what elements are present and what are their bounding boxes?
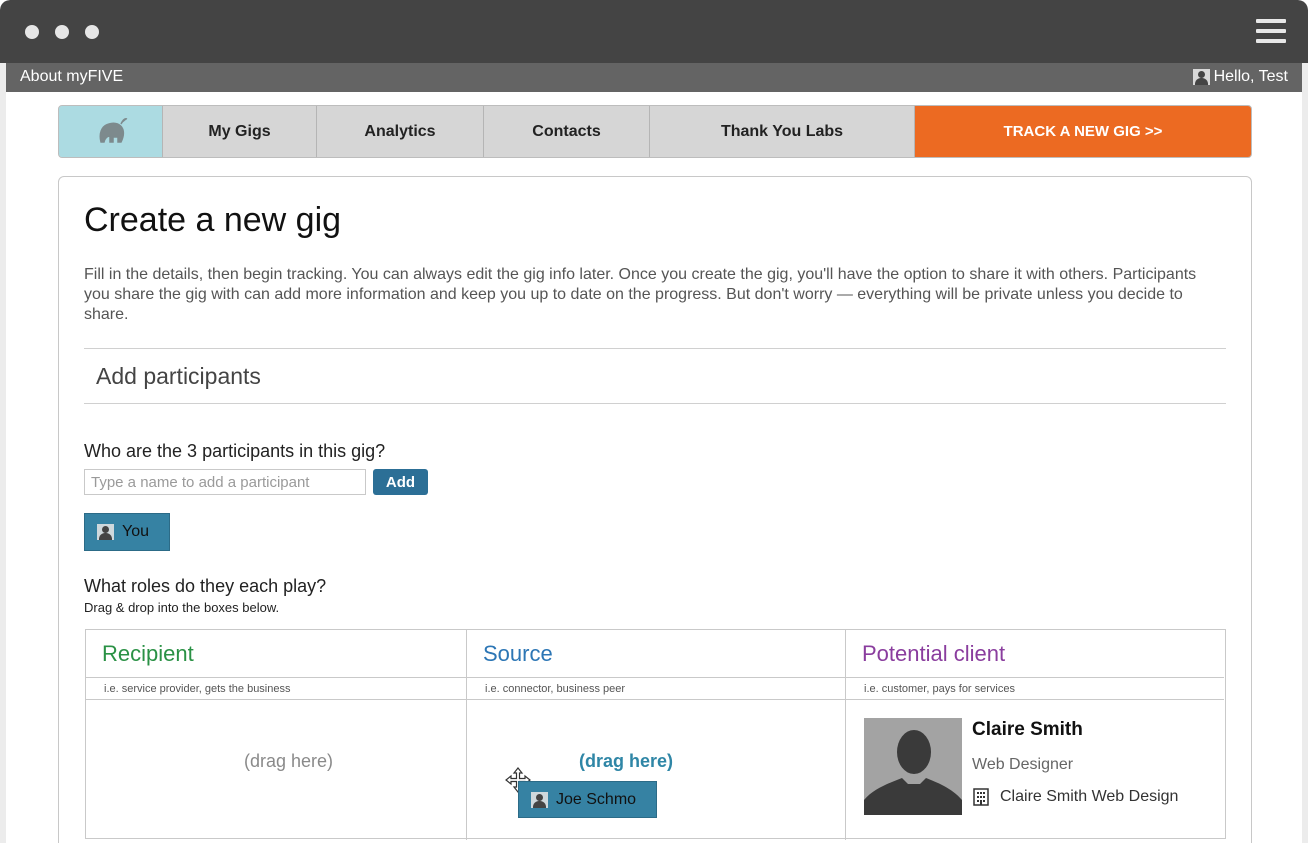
user-greeting[interactable]: Hello, Test — [1192, 68, 1288, 86]
hamburger-icon[interactable] — [1256, 19, 1286, 45]
column-title: Recipient — [102, 641, 194, 666]
tab-contacts[interactable]: Contacts — [484, 106, 650, 157]
company-name: Claire Smith Web Design — [1000, 788, 1179, 805]
column-hint: i.e. connector, business peer — [467, 677, 845, 700]
tab-analytics[interactable]: Analytics — [317, 106, 484, 157]
participant-chip-dragging[interactable]: Joe Schmo — [518, 781, 657, 818]
column-hint: i.e. service provider, gets the business — [86, 677, 466, 700]
greeting-text: Hello, Test — [1213, 68, 1288, 85]
elephant-icon — [99, 117, 127, 143]
top-bar: About myFIVE Hello, Test — [6, 63, 1302, 92]
drop-zone-placeholder[interactable]: (drag here) — [244, 751, 333, 772]
avatar — [864, 718, 962, 815]
drop-zone-placeholder-active[interactable]: (drag here) — [579, 751, 673, 772]
main-nav: My Gigs Analytics Contacts Thank You Lab… — [58, 105, 1252, 158]
window-titlebar — [0, 0, 1308, 63]
participants-question: Who are the 3 participants in this gig? — [84, 441, 386, 461]
user-icon — [97, 524, 114, 540]
participant-name[interactable]: Claire Smith — [972, 719, 1083, 741]
chip-label: Joe Schmo — [556, 790, 637, 808]
tab-thank-you-labs[interactable]: Thank You Labs — [650, 106, 915, 157]
tab-my-gigs[interactable]: My Gigs — [163, 106, 317, 157]
roles-hint: Drag & drop into the boxes below. — [84, 600, 280, 615]
intro-text: Fill in the details, then begin tracking… — [84, 266, 1197, 323]
participant-chip-you[interactable]: You — [84, 513, 170, 551]
column-title: Source — [483, 641, 553, 666]
track-new-gig-button[interactable]: TRACK A NEW GIG >> — [915, 106, 1251, 157]
chip-label: You — [122, 523, 149, 540]
add-participant-button[interactable]: Add — [373, 469, 428, 495]
page-title: Create a new gig — [84, 201, 342, 239]
person-silhouette-icon — [864, 718, 962, 815]
participant-company: Claire Smith Web Design — [972, 788, 1178, 806]
column-hint: i.e. customer, pays for services — [846, 677, 1224, 700]
app-window: About myFIVE Hello, Test My Gigs Analyti… — [0, 0, 1308, 843]
participant-role: Web Designer — [972, 756, 1074, 773]
role-column-recipient[interactable]: Recipient i.e. service provider, gets th… — [86, 630, 467, 840]
divider — [84, 403, 1226, 404]
divider — [84, 348, 1226, 349]
roles-question: What roles do they each play? — [84, 576, 327, 596]
participant-name-input[interactable] — [84, 469, 366, 495]
window-control-dot[interactable] — [55, 25, 69, 39]
column-title: Potential client — [862, 641, 1006, 666]
user-icon — [1192, 69, 1210, 85]
section-heading: Add participants — [96, 363, 261, 389]
window-control-dot[interactable] — [25, 25, 39, 39]
building-icon — [973, 788, 989, 806]
window-control-dot[interactable] — [85, 25, 99, 39]
about-link[interactable]: About myFIVE — [20, 68, 123, 86]
user-icon — [531, 791, 548, 808]
elephant-logo[interactable] — [59, 106, 163, 157]
